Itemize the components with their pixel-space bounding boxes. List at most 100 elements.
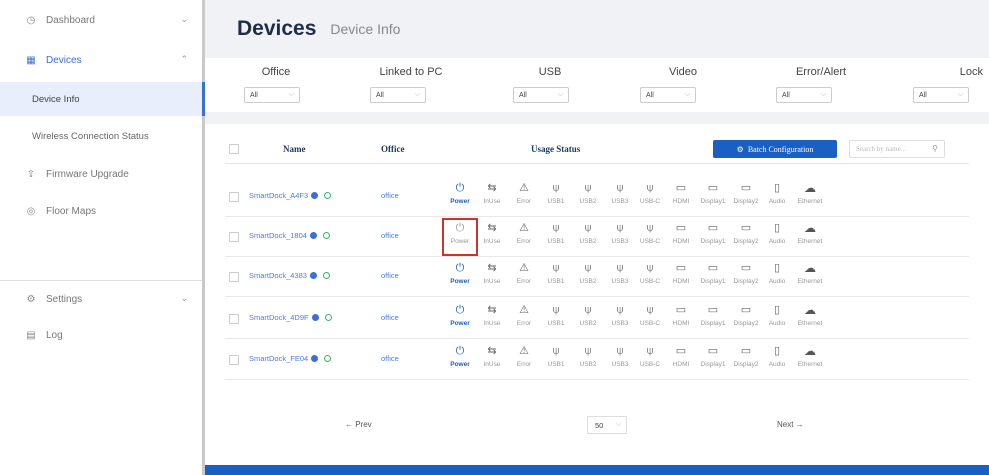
status-error: ⚠ Error <box>509 303 539 335</box>
in-use-icon: ⇆ <box>487 345 497 357</box>
office-link[interactable]: office <box>381 313 399 322</box>
sidebar-item-wireless-connection-status[interactable]: Wireless Connection Status <box>0 119 202 153</box>
column-header-office[interactable]: Office <box>381 144 404 154</box>
sidebar-item-label: Wireless Connection Status <box>32 130 149 142</box>
device-name-link[interactable]: SmartDock_A4F3 <box>249 191 332 200</box>
sidebar-item-device-info[interactable]: Device Info <box>0 82 205 116</box>
prev-page-button[interactable]: ← Prev <box>345 420 372 429</box>
status-usb1: ⍦ USB1 <box>541 181 571 213</box>
column-header-usage-status: Usage Status <box>531 144 581 154</box>
next-page-button[interactable]: Next → <box>777 420 804 429</box>
row-checkbox[interactable] <box>229 272 239 282</box>
status-label: USB1 <box>547 278 565 285</box>
display-icon: ▭ <box>740 182 752 194</box>
sidebar-item-floor-maps[interactable]: ◎ Floor Maps <box>0 199 202 223</box>
filter-video-select[interactable]: All ⌵ <box>640 87 696 103</box>
row-checkbox[interactable] <box>229 355 239 365</box>
status-label: USB2 <box>579 361 597 368</box>
status-label: USB3 <box>611 361 629 368</box>
linked-status-icon <box>309 232 317 239</box>
status-hdmi: ▭ HDMI <box>666 181 696 213</box>
select-all-checkbox[interactable] <box>229 144 239 154</box>
error-icon: ⚠ <box>519 304 529 316</box>
status-display1: ▭ Display1 <box>698 221 728 253</box>
status-usb-c: ⍦ USB-C <box>635 344 665 376</box>
chevron-down-icon: ⌵ <box>957 91 963 98</box>
filter-office-select[interactable]: All ⌵ <box>244 87 300 103</box>
hdmi-icon: ▭ <box>675 304 687 316</box>
column-header-name[interactable]: Name <box>283 144 306 154</box>
device-name-link[interactable]: SmartDock_FE04 <box>249 354 332 363</box>
row-checkbox[interactable] <box>229 192 239 202</box>
online-status-icon <box>322 232 330 239</box>
sidebar-item-label: Settings <box>46 293 83 305</box>
filter-lock: Lock All ⌵ <box>893 66 983 103</box>
status-error: ⚠ Error <box>509 344 539 376</box>
status-power[interactable]: ⏻ Power <box>442 218 478 256</box>
status-label: Error <box>516 238 532 245</box>
status-power[interactable]: ⏻ Power <box>445 303 475 335</box>
office-link[interactable]: office <box>381 354 399 363</box>
device-name-link[interactable]: SmartDock_4D9F <box>249 313 332 322</box>
search-input[interactable]: Search by name... ⚲ <box>849 140 945 158</box>
row-checkbox[interactable] <box>229 232 239 242</box>
upload-icon: ⇪ <box>26 168 36 180</box>
filter-lock-select[interactable]: All ⌵ <box>913 87 969 103</box>
power-icon: ⏻ <box>455 182 465 194</box>
status-power[interactable]: ⏻ Power <box>445 181 475 213</box>
device-name-link[interactable]: SmartDock_4383 <box>249 271 330 280</box>
in-use-icon: ⇆ <box>487 262 497 274</box>
page-size-select[interactable]: 50 ⌵ <box>587 416 627 434</box>
status-power[interactable]: ⏻ Power <box>445 344 475 376</box>
hdmi-icon: ▭ <box>675 222 687 234</box>
status-usb1: ⍦ USB1 <box>541 261 571 293</box>
row-checkbox[interactable] <box>229 314 239 324</box>
page-subtitle: Device Info <box>330 21 401 37</box>
usb-icon: ⍦ <box>616 222 624 234</box>
status-label: Display1 <box>700 278 726 285</box>
office-link[interactable]: office <box>381 271 399 280</box>
status-usb1: ⍦ USB1 <box>541 344 571 376</box>
audio-icon: ▯ <box>773 262 781 274</box>
status-usb-c: ⍦ USB-C <box>635 303 665 335</box>
status-usb-c: ⍦ USB-C <box>635 261 665 293</box>
status-power[interactable]: ⏻ Power <box>445 261 475 293</box>
chevron-up-icon: ⌃ <box>180 54 188 64</box>
status-label: InUse <box>483 361 501 368</box>
batch-configuration-button[interactable]: ⚙ Batch Configuration <box>713 140 837 158</box>
sidebar-item-firmware-upgrade[interactable]: ⇪ Firmware Upgrade <box>0 162 202 186</box>
filter-error-alert-select[interactable]: All ⌵ <box>776 87 832 103</box>
sidebar-item-settings[interactable]: ⚙ Settings ⌄ <box>0 287 202 311</box>
device-name-link[interactable]: SmartDock_1804 <box>249 231 330 240</box>
chevron-down-icon: ⌵ <box>820 91 826 98</box>
display-icon: ▭ <box>707 182 719 194</box>
status-label: Display1 <box>700 320 726 327</box>
status-label: USB2 <box>579 198 597 205</box>
filter-usb-select[interactable]: All ⌵ <box>513 87 569 103</box>
sidebar-item-dashboard[interactable]: ◷ Dashboard ⌄ <box>0 8 202 32</box>
status-usb2: ⍦ USB2 <box>573 261 603 293</box>
status-label: InUse <box>483 238 501 245</box>
office-link[interactable]: office <box>381 231 399 240</box>
page-title: Devices <box>237 17 317 40</box>
ethernet-icon: ☁ <box>804 181 816 195</box>
sidebar-item-devices[interactable]: ▦ Devices ⌃ <box>0 48 202 72</box>
usb-c-icon: ⍦ <box>646 222 654 234</box>
status-label: Error <box>516 198 532 205</box>
ethernet-icon: ☁ <box>804 344 816 358</box>
status-label: Display1 <box>700 361 726 368</box>
filter-linked-to-pc-select[interactable]: All ⌵ <box>370 87 426 103</box>
online-status-icon <box>324 314 332 321</box>
usb-icon: ⍦ <box>552 262 560 274</box>
sidebar-item-log[interactable]: ▤ Log <box>0 323 202 347</box>
table-header: Name Office Usage Status ⚙ Batch Configu… <box>225 136 969 164</box>
status-label: USB1 <box>547 320 565 327</box>
ethernet-icon: ☁ <box>804 303 816 317</box>
office-link[interactable]: office <box>381 191 399 200</box>
device-name-text: SmartDock_1804 <box>249 231 307 240</box>
usb-icon: ⍦ <box>552 304 560 316</box>
power-icon: ⏻ <box>455 222 465 234</box>
usb-icon: ⍦ <box>552 222 560 234</box>
filter-label: Video <box>669 66 697 78</box>
chevron-down-icon: ⌵ <box>684 91 690 98</box>
